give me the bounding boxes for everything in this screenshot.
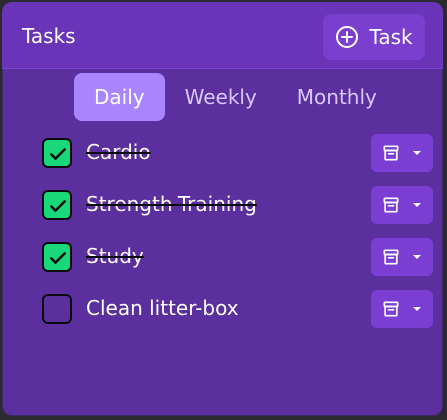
panel-title: Tasks bbox=[22, 24, 76, 48]
task-label: Clean litter-box bbox=[86, 296, 239, 320]
task-actions-button[interactable] bbox=[371, 186, 433, 224]
add-task-label: Task bbox=[369, 25, 413, 49]
task-label: Study bbox=[86, 244, 144, 268]
chevron-down-icon bbox=[413, 203, 421, 207]
task-checkbox[interactable] bbox=[42, 294, 72, 324]
tab-weekly[interactable]: Weekly bbox=[165, 73, 277, 121]
archive-icon bbox=[383, 301, 399, 317]
archive-icon bbox=[383, 145, 399, 161]
task-row: Clean litter-box bbox=[2, 288, 443, 336]
task-actions-button[interactable] bbox=[371, 134, 433, 172]
task-actions-button[interactable] bbox=[371, 238, 433, 276]
task-actions-button[interactable] bbox=[371, 290, 433, 328]
task-checkbox[interactable] bbox=[42, 138, 72, 168]
archive-icon bbox=[383, 249, 399, 265]
chevron-down-icon bbox=[413, 307, 421, 311]
add-task-button[interactable]: Task bbox=[323, 14, 425, 60]
checkmark-icon bbox=[50, 148, 66, 160]
panel-header: Tasks Task bbox=[2, 2, 443, 69]
task-checkbox[interactable] bbox=[42, 190, 72, 220]
tab-monthly[interactable]: Monthly bbox=[277, 73, 397, 121]
tasks-panel: Tasks Task Daily Weekly Monthly Cardio S… bbox=[2, 2, 443, 416]
task-checkbox[interactable] bbox=[42, 242, 72, 272]
checkmark-icon bbox=[50, 252, 66, 264]
task-label: Strength-Training bbox=[86, 192, 257, 216]
plus-circle-icon bbox=[336, 26, 359, 48]
archive-icon bbox=[383, 197, 399, 213]
task-row: Strength-Training bbox=[2, 184, 443, 232]
tab-label: Monthly bbox=[296, 85, 377, 109]
task-label: Cardio bbox=[86, 140, 151, 164]
tab-label: Weekly bbox=[184, 85, 257, 109]
period-tabs: Daily Weekly Monthly bbox=[74, 73, 397, 121]
task-row: Cardio bbox=[2, 132, 443, 180]
tab-daily[interactable]: Daily bbox=[74, 73, 165, 121]
checkmark-icon bbox=[50, 200, 66, 212]
tab-label: Daily bbox=[94, 85, 145, 109]
chevron-down-icon bbox=[413, 255, 421, 259]
chevron-down-icon bbox=[413, 151, 421, 155]
task-row: Study bbox=[2, 236, 443, 284]
